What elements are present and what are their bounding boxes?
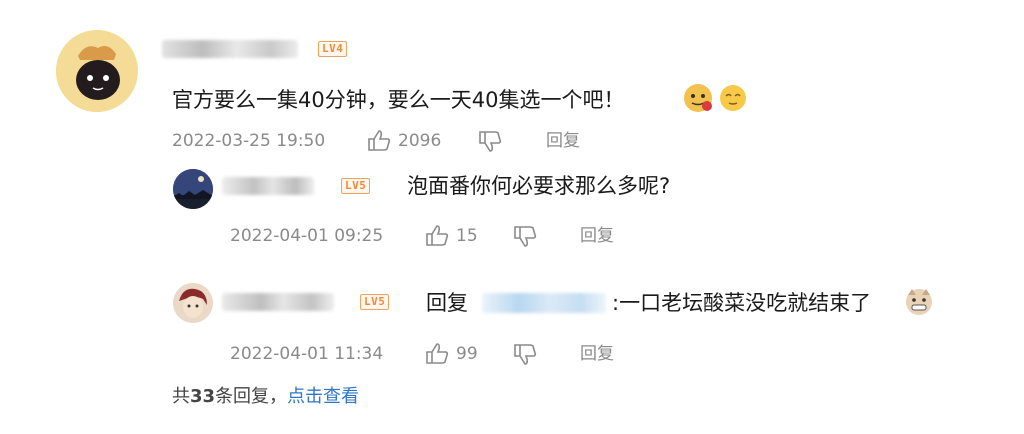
- mentioned-username-blurred[interactable]: [482, 293, 606, 313]
- comment-text: 官方要么一集40分钟，要么一天40集选一个吧！: [172, 88, 625, 112]
- reply-count-summary: 共33条回复，点击查看: [172, 385, 359, 409]
- avatar[interactable]: [173, 283, 213, 323]
- avatar[interactable]: [56, 30, 138, 112]
- thumbs-down-icon[interactable]: [477, 130, 503, 158]
- night-sky-avatar-icon: [173, 169, 213, 209]
- reply-button[interactable]: 回复: [580, 343, 614, 365]
- thumbs-up-icon[interactable]: [424, 223, 450, 251]
- like-count: 15: [456, 226, 478, 246]
- level-badge: LV5: [360, 294, 390, 310]
- reply-count-suffix: 条回复，: [215, 386, 288, 407]
- reply-count: 33: [190, 386, 216, 407]
- username-blurred[interactable]: [222, 293, 334, 311]
- reply-date: 2022-04-01 09:25: [230, 226, 384, 246]
- reply-button[interactable]: 回复: [580, 225, 614, 247]
- comment-date: 2022-03-25 19:50: [172, 131, 326, 151]
- reply-text: :一口老坛酸菜没吃就结束了: [612, 291, 872, 315]
- thumbs-up-icon[interactable]: [424, 341, 450, 369]
- doge-with-flower-emoji-icon: [682, 82, 714, 118]
- like-count: 2096: [398, 131, 442, 151]
- reply-count-prefix: 共: [172, 386, 190, 407]
- avatar[interactable]: [173, 169, 213, 209]
- thumbs-up-icon[interactable]: [366, 128, 392, 156]
- like-count: 99: [456, 344, 478, 364]
- character-avatar-icon: [173, 283, 213, 323]
- view-replies-link[interactable]: 点击查看: [287, 386, 359, 407]
- level-badge: LV4: [318, 41, 348, 57]
- username-blurred[interactable]: [222, 177, 314, 195]
- level-badge: LV5: [341, 178, 371, 194]
- sleepy-smile-emoji-icon: [718, 83, 748, 117]
- reply-date: 2022-04-01 11:34: [230, 344, 384, 364]
- reply-prefix: 回复: [426, 291, 468, 315]
- username-blurred[interactable]: [162, 40, 298, 58]
- thumbs-down-icon[interactable]: [512, 225, 538, 253]
- reply-text: 泡面番你何必要求那么多呢?: [407, 174, 671, 198]
- thumbs-down-icon[interactable]: [512, 343, 538, 371]
- cartoon-avatar-icon: [56, 30, 138, 112]
- reply-button[interactable]: 回复: [546, 130, 580, 152]
- grin-dog-emoji-icon: [904, 287, 934, 321]
